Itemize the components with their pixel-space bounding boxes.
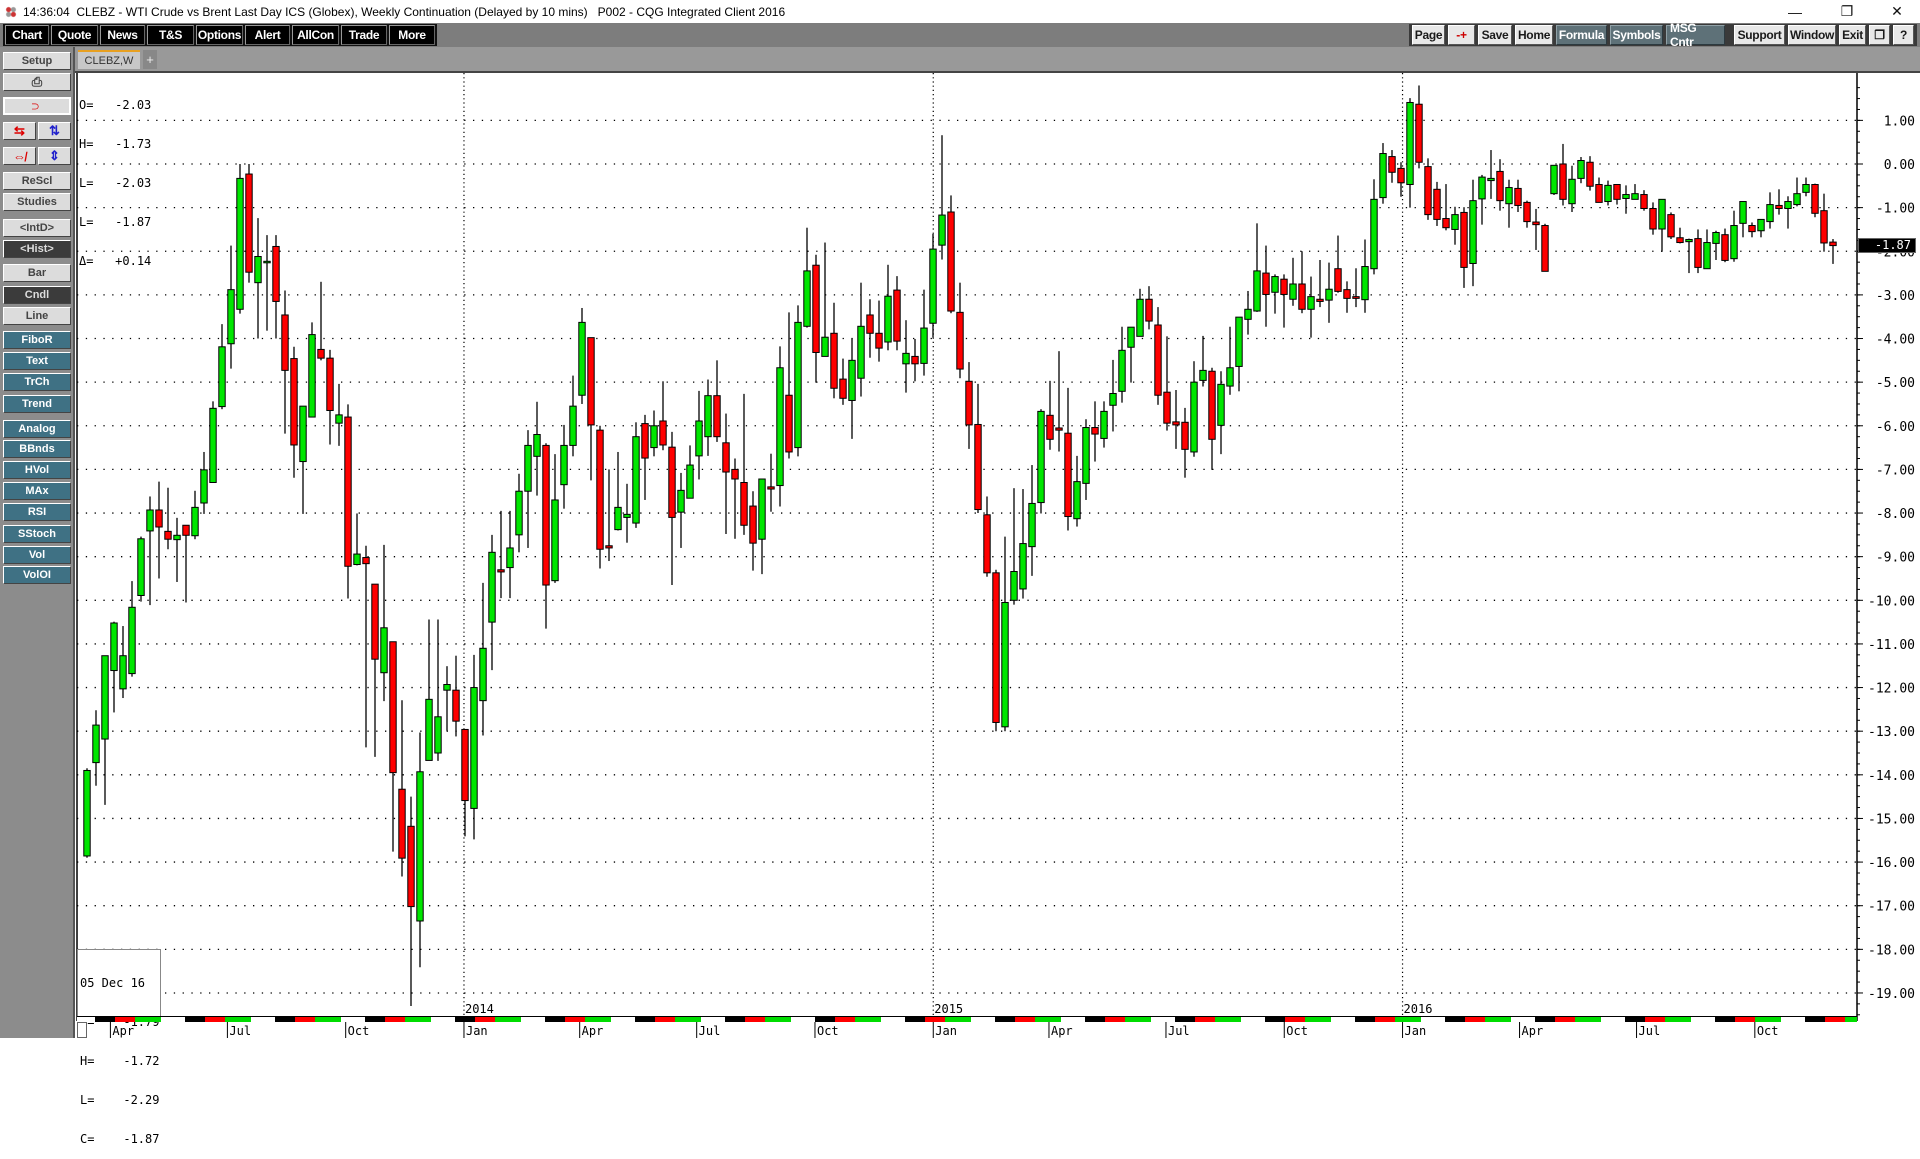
ohlc-legend: O= -2.03 H= -1.73 L= -2.03 L= -1.87 Δ= +…: [79, 73, 151, 281]
chart-area[interactable]: [75, 71, 1920, 1038]
session-color-strip: [77, 1016, 1857, 1022]
legend-low: L= -2.03: [79, 176, 152, 190]
chart-button[interactable]: Chart: [5, 25, 49, 45]
info-close: C= -1.87: [80, 1132, 160, 1146]
app-buttons: Chart Quote News T&S Options Alert AllCo…: [3, 24, 437, 46]
minimize-button[interactable]: —: [1772, 0, 1818, 23]
horizontal-arrows-icon: ⇆: [14, 123, 25, 138]
study-analog-button[interactable]: Analog: [3, 420, 71, 438]
trade-button[interactable]: Trade: [341, 25, 387, 45]
chart-sidebar: Setup ⎙ ∩ ⇆ ⇅ ⇎ ⇕ ReScl Studies <IntD> <…: [0, 47, 75, 1038]
info-high: H= -1.72: [80, 1054, 160, 1068]
utility-buttons: Page -+ Save Home Formula Symbols MSG Cn…: [1409, 21, 1917, 49]
news-button[interactable]: News: [100, 25, 145, 45]
legend-last: L= -1.87: [79, 215, 152, 229]
study-slow-stochastic-button[interactable]: SStoch: [3, 525, 71, 543]
symbols-button[interactable]: Symbols: [1610, 25, 1663, 45]
scroll-horizontal-button[interactable]: ⇆: [3, 122, 36, 140]
scroll-handle[interactable]: [77, 1022, 87, 1038]
page-button[interactable]: Page: [1412, 25, 1445, 45]
close-button[interactable]: ✕: [1874, 0, 1920, 23]
title-bar: 14:36:04 CLEBZ - WTI Crude vs Brent Last…: [0, 0, 1920, 23]
study-volume-oi-button[interactable]: VolOI: [3, 566, 71, 584]
printer-icon: ⎙: [31, 74, 43, 89]
add-tab-button[interactable]: +: [143, 50, 157, 69]
quote-button[interactable]: Quote: [51, 25, 98, 45]
restore-button[interactable]: ❐: [1824, 0, 1870, 23]
exit-button[interactable]: Exit: [1839, 25, 1866, 45]
help-button[interactable]: ?: [1893, 25, 1914, 45]
info-low: L= -2.29: [80, 1093, 160, 1107]
legend-high: H= -1.73: [79, 137, 152, 151]
compress-horizontal-icon: ⇎: [13, 148, 26, 164]
compress-vertical-icon: ⇕: [49, 148, 60, 163]
formula-button[interactable]: Formula: [1556, 25, 1607, 45]
magnet-button[interactable]: ∩: [3, 97, 71, 115]
study-rsi-button[interactable]: RSI: [3, 503, 71, 521]
study-bollinger-bands-button[interactable]: BBnds: [3, 440, 71, 458]
studies-button[interactable]: Studies: [3, 193, 71, 211]
zoom-minus-plus-button[interactable]: -+: [1448, 25, 1475, 45]
more-button[interactable]: More: [389, 25, 435, 45]
chart-tab-bar: CLEBZ,W +: [75, 47, 1920, 71]
msg-center-button[interactable]: MSG Cntr: [1666, 21, 1725, 49]
fibonacci-retracement-button[interactable]: FiboR: [3, 331, 71, 349]
allcon-button[interactable]: AllCon: [292, 25, 339, 45]
candle-chart-button[interactable]: Cndl: [3, 286, 71, 304]
tab-clebz-weekly[interactable]: CLEBZ,W: [78, 50, 140, 69]
trend-channel-button[interactable]: TrCh: [3, 373, 71, 391]
trend-line-button[interactable]: Trend: [3, 395, 71, 413]
rescale-button[interactable]: ReScl: [3, 172, 71, 190]
historical-button[interactable]: <Hist>: [3, 240, 71, 258]
time-and-sales-button[interactable]: T&S: [147, 25, 194, 45]
cqg-app-icon: [5, 5, 17, 18]
legend-change: Δ= +0.14: [79, 254, 152, 268]
main-toolbar: Chart Quote News T&S Options Alert AllCo…: [0, 21, 1920, 49]
restore-layout-icon[interactable]: ❐: [1869, 25, 1890, 45]
bar-chart-button[interactable]: Bar: [3, 264, 71, 282]
intraday-button[interactable]: <IntD>: [3, 219, 71, 237]
info-date: 05 Dec 16: [80, 976, 146, 990]
options-button[interactable]: Options: [196, 25, 243, 45]
magnet-icon: ∩: [29, 101, 45, 111]
line-chart-button[interactable]: Line: [3, 307, 71, 325]
cursor-info-box: 05 Dec 16 O= -1.79 H= -1.72 L= -2.29 C= …: [77, 949, 161, 1146]
vertical-arrows-icon: ⇅: [49, 123, 60, 138]
compress-horizontal-button[interactable]: ⇎: [3, 147, 36, 165]
text-tool-button[interactable]: Text: [3, 352, 71, 370]
legend-open: O= -2.03: [79, 98, 152, 112]
save-button[interactable]: Save: [1478, 25, 1512, 45]
print-button[interactable]: ⎙: [3, 73, 71, 91]
support-button[interactable]: Support: [1734, 25, 1785, 45]
home-button[interactable]: Home: [1515, 25, 1553, 45]
alert-button[interactable]: Alert: [245, 25, 290, 45]
last-price-marker: -1.87: [1858, 237, 1916, 253]
study-volume-button[interactable]: Vol: [3, 546, 71, 564]
window-title: 14:36:04 CLEBZ - WTI Crude vs Brent Last…: [23, 4, 786, 19]
study-historical-volatility-button[interactable]: HVol: [3, 461, 71, 479]
window-button[interactable]: Window: [1788, 25, 1836, 45]
compress-vertical-button[interactable]: ⇕: [38, 147, 71, 165]
scroll-vertical-button[interactable]: ⇅: [38, 122, 71, 140]
setup-button[interactable]: Setup: [3, 52, 71, 70]
study-moving-average-button[interactable]: MAx: [3, 482, 71, 500]
